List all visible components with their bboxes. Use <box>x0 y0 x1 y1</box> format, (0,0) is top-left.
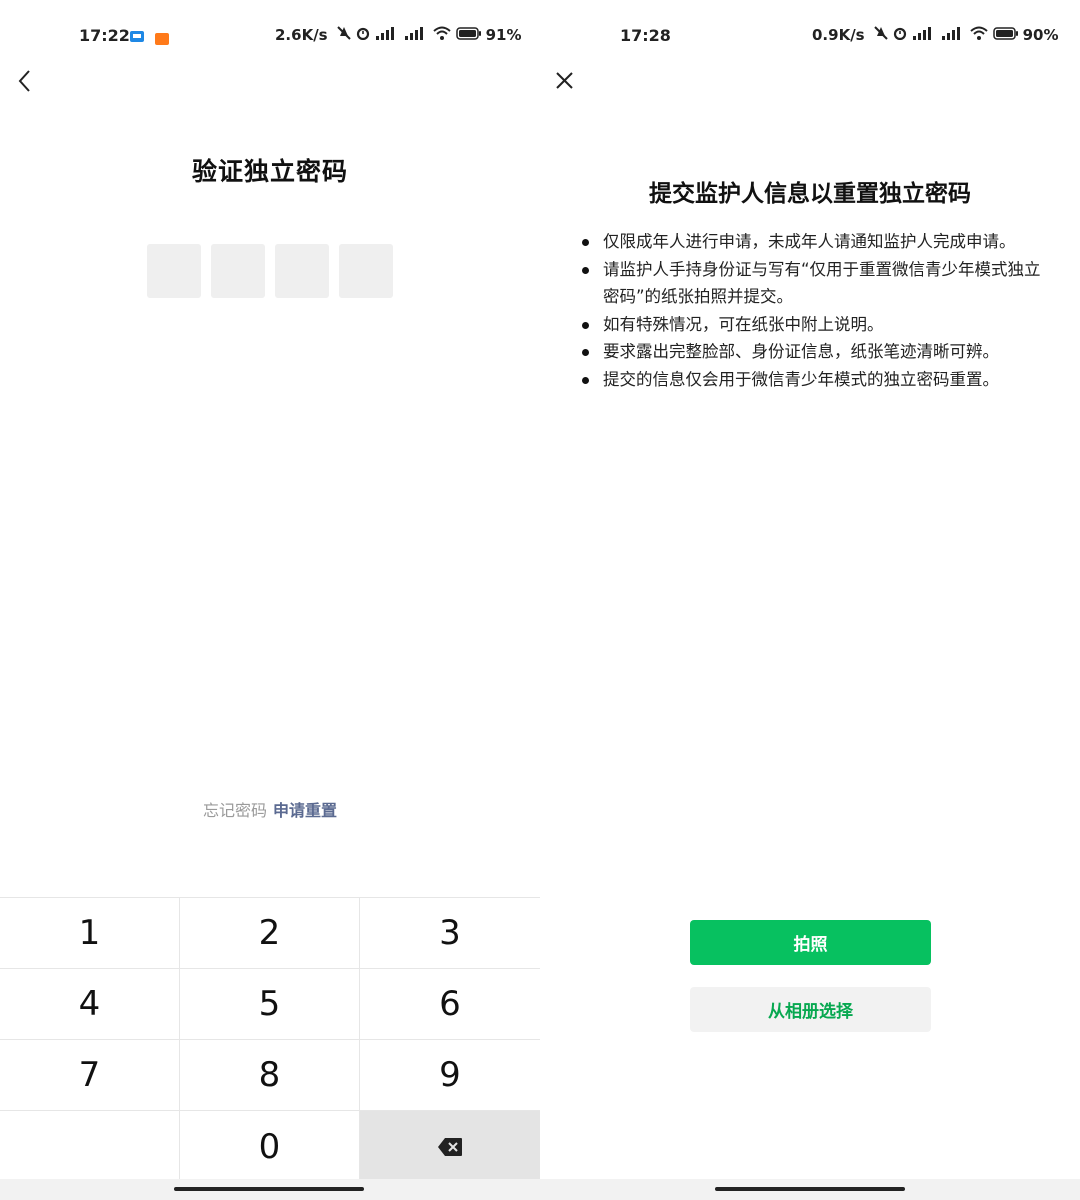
requirements-list: 仅限成年人进行申请，未成年人请通知监护人完成申请。 请监护人手持身份证与写有“仅… <box>582 228 1042 394</box>
notification-badge-icon <box>155 30 169 49</box>
key-0[interactable]: 0 <box>180 1111 360 1182</box>
signal-icon <box>375 26 399 44</box>
list-item: 如有特殊情况，可在纸张中附上说明。 <box>582 311 1042 339</box>
battery-icon <box>992 26 1019 44</box>
status-indicators: 2.6K/s 91% <box>275 26 522 44</box>
pin-digit-box[interactable] <box>147 244 201 298</box>
list-item: 仅限成年人进行申请，未成年人请通知监护人完成申请。 <box>582 228 1042 256</box>
close-icon <box>556 72 573 89</box>
battery-percent: 90% <box>1022 26 1059 44</box>
page-title: 提交监护人信息以重置独立密码 <box>649 181 971 207</box>
key-6[interactable]: 6 <box>360 969 540 1039</box>
chevron-left-icon <box>18 70 30 92</box>
delete-key[interactable] <box>360 1111 540 1182</box>
backspace-icon <box>438 1137 462 1156</box>
gesture-bar <box>0 1179 540 1200</box>
list-item: 要求露出完整脸部、身份证信息，纸张笔迹清晰可辨。 <box>582 338 1042 366</box>
wifi-icon <box>432 26 451 44</box>
key-8[interactable]: 8 <box>180 1040 360 1110</box>
key-2[interactable]: 2 <box>180 898 360 968</box>
mute-icon <box>873 26 888 44</box>
alarm-icon <box>893 26 907 44</box>
verify-password-screen: 17:22 2.6K/s 91% 验证独立密码 忘记密码 申请重置 1 2 3 … <box>0 0 540 1200</box>
mute-icon <box>336 26 351 44</box>
signal-icon <box>912 26 936 44</box>
pin-input[interactable] <box>147 244 393 298</box>
key-blank <box>0 1111 180 1182</box>
take-photo-button[interactable]: 拍照 <box>690 920 931 965</box>
battery-percent: 91% <box>485 26 522 44</box>
home-indicator[interactable] <box>715 1187 905 1191</box>
status-bar: 17:22 2.6K/s 91% <box>0 0 540 72</box>
page-title: 验证独立密码 <box>191 157 348 186</box>
pin-digit-box[interactable] <box>275 244 329 298</box>
wifi-icon <box>969 26 988 44</box>
key-1[interactable]: 1 <box>0 898 180 968</box>
status-indicators: 0.9K/s 90% <box>812 26 1059 44</box>
notification-app-icon <box>129 29 145 48</box>
list-item: 提交的信息仅会用于微信青少年模式的独立密码重置。 <box>582 366 1042 394</box>
signal-icon <box>941 26 965 44</box>
forgot-password-row: 忘记密码 申请重置 <box>0 797 540 821</box>
pin-digit-box[interactable] <box>211 244 265 298</box>
key-5[interactable]: 5 <box>180 969 360 1039</box>
close-button[interactable] <box>550 66 582 98</box>
home-indicator[interactable] <box>174 1187 364 1191</box>
choose-from-album-button[interactable]: 从相册选择 <box>690 987 931 1032</box>
gesture-bar <box>540 1179 1080 1200</box>
status-time: 17:22 <box>79 26 130 45</box>
battery-icon <box>455 26 482 44</box>
apply-reset-link[interactable]: 申请重置 <box>273 801 337 820</box>
signal-icon <box>404 26 428 44</box>
net-speed: 2.6K/s <box>275 26 328 44</box>
key-4[interactable]: 4 <box>0 969 180 1039</box>
alarm-icon <box>356 26 370 44</box>
reset-password-screen: 17:28 0.9K/s 90% 提交监护人信息以重置独立密码 仅限成年人进行申… <box>540 0 1080 1200</box>
numeric-keypad: 1 2 3 4 5 6 7 8 9 0 <box>0 897 540 1182</box>
status-time: 17:28 <box>620 26 671 45</box>
list-item: 请监护人手持身份证与写有“仅用于重置微信青少年模式独立密码”的纸张拍照并提交。 <box>582 256 1042 311</box>
forgot-password-text: 忘记密码 <box>202 801 267 820</box>
pin-digit-box[interactable] <box>339 244 393 298</box>
net-speed: 0.9K/s <box>812 26 865 44</box>
back-button[interactable] <box>10 66 42 98</box>
key-7[interactable]: 7 <box>0 1040 180 1110</box>
key-3[interactable]: 3 <box>360 898 540 968</box>
status-bar: 17:28 0.9K/s 90% <box>540 0 1080 72</box>
key-9[interactable]: 9 <box>360 1040 540 1110</box>
